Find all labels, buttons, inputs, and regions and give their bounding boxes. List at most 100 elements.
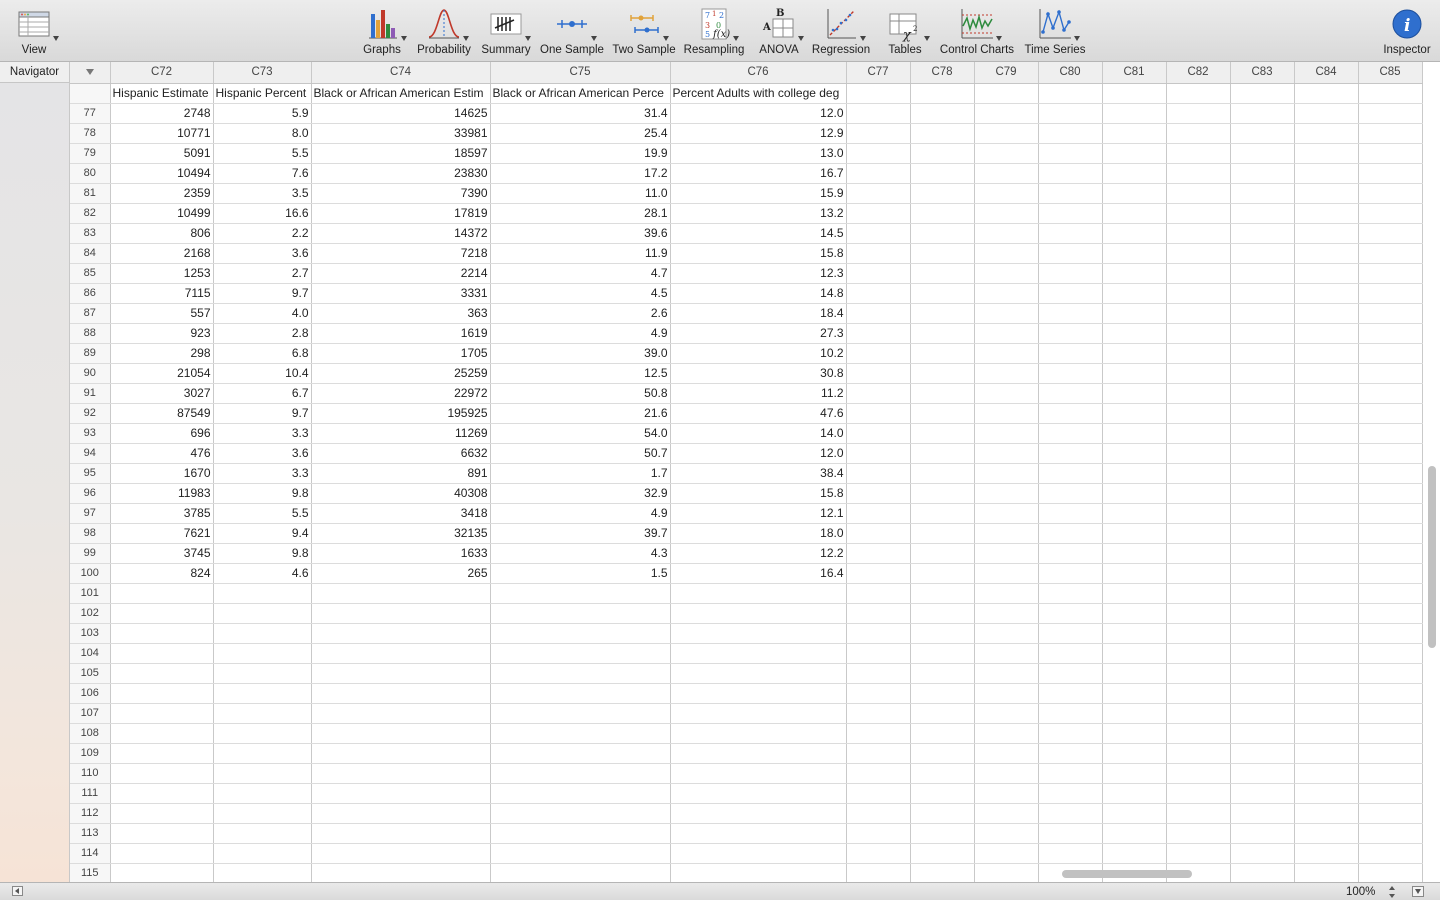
data-cell[interactable] xyxy=(974,343,1039,364)
data-cell[interactable] xyxy=(1358,663,1423,684)
data-cell[interactable] xyxy=(1294,803,1359,824)
data-cell[interactable]: 27.3 xyxy=(670,323,847,344)
data-cell[interactable] xyxy=(1294,403,1359,424)
data-cell[interactable] xyxy=(846,123,911,144)
data-cell[interactable] xyxy=(846,463,911,484)
data-cell[interactable]: 363 xyxy=(311,303,491,324)
data-cell[interactable] xyxy=(1294,423,1359,444)
data-cell[interactable] xyxy=(1102,223,1167,244)
data-cell[interactable] xyxy=(490,603,671,624)
data-cell[interactable] xyxy=(110,863,214,882)
data-cell[interactable] xyxy=(1038,123,1103,144)
data-cell[interactable] xyxy=(974,683,1039,704)
data-cell[interactable] xyxy=(213,623,312,644)
data-cell[interactable] xyxy=(846,103,911,124)
data-cell[interactable] xyxy=(1358,123,1423,144)
data-cell[interactable] xyxy=(1294,363,1359,384)
data-cell[interactable] xyxy=(1294,843,1359,864)
data-cell[interactable] xyxy=(1038,383,1103,404)
variable-name-cell[interactable] xyxy=(1230,83,1295,104)
data-cell[interactable]: 9.8 xyxy=(213,483,312,504)
data-cell[interactable] xyxy=(1358,323,1423,344)
data-cell[interactable]: 21054 xyxy=(110,363,214,384)
data-cell[interactable] xyxy=(974,663,1039,684)
data-cell[interactable] xyxy=(974,743,1039,764)
data-cell[interactable] xyxy=(1166,223,1231,244)
data-cell[interactable] xyxy=(1166,583,1231,604)
data-cell[interactable] xyxy=(1230,383,1295,404)
data-cell[interactable]: 9.8 xyxy=(213,543,312,564)
data-cell[interactable] xyxy=(974,143,1039,164)
data-cell[interactable] xyxy=(1102,843,1167,864)
data-cell[interactable] xyxy=(311,783,491,804)
data-cell[interactable] xyxy=(1358,503,1423,524)
data-cell[interactable] xyxy=(1102,703,1167,724)
row-number[interactable]: 100 xyxy=(70,563,111,584)
data-cell[interactable] xyxy=(974,503,1039,524)
data-cell[interactable] xyxy=(670,583,847,604)
row-number[interactable]: 111 xyxy=(70,783,111,804)
data-cell[interactable] xyxy=(1038,803,1103,824)
data-cell[interactable] xyxy=(1102,283,1167,304)
data-cell[interactable]: 40308 xyxy=(311,483,491,504)
data-cell[interactable] xyxy=(1038,783,1103,804)
data-cell[interactable] xyxy=(213,603,312,624)
data-cell[interactable] xyxy=(1038,843,1103,864)
variable-name-cell[interactable] xyxy=(846,83,911,104)
data-cell[interactable]: 2.2 xyxy=(213,223,312,244)
data-cell[interactable] xyxy=(846,863,911,882)
data-cell[interactable]: 1.7 xyxy=(490,463,671,484)
data-cell[interactable]: 2.6 xyxy=(490,303,671,324)
data-cell[interactable] xyxy=(670,803,847,824)
data-cell[interactable] xyxy=(311,863,491,882)
data-cell[interactable] xyxy=(846,483,911,504)
data-cell[interactable] xyxy=(1102,723,1167,744)
data-cell[interactable] xyxy=(490,823,671,844)
data-cell[interactable] xyxy=(490,723,671,744)
data-cell[interactable]: 39.7 xyxy=(490,523,671,544)
data-cell[interactable]: 87549 xyxy=(110,403,214,424)
data-cell[interactable] xyxy=(974,163,1039,184)
data-cell[interactable] xyxy=(213,803,312,824)
data-cell[interactable] xyxy=(311,683,491,704)
data-cell[interactable] xyxy=(670,683,847,704)
data-cell[interactable] xyxy=(1294,603,1359,624)
data-cell[interactable] xyxy=(670,603,847,624)
data-cell[interactable] xyxy=(1294,543,1359,564)
data-cell[interactable] xyxy=(1294,503,1359,524)
data-cell[interactable] xyxy=(1102,103,1167,124)
data-cell[interactable] xyxy=(910,843,975,864)
variable-name-cell[interactable]: Black or African American Estim xyxy=(311,83,491,104)
column-header[interactable]: C74 xyxy=(311,62,491,84)
data-cell[interactable] xyxy=(1038,343,1103,364)
data-cell[interactable]: 7621 xyxy=(110,523,214,544)
data-cell[interactable] xyxy=(1102,343,1167,364)
data-cell[interactable] xyxy=(910,103,975,124)
data-cell[interactable] xyxy=(974,523,1039,544)
data-cell[interactable] xyxy=(1230,423,1295,444)
data-cell[interactable] xyxy=(1358,103,1423,124)
data-cell[interactable] xyxy=(910,403,975,424)
row-number[interactable]: 106 xyxy=(70,683,111,704)
data-cell[interactable] xyxy=(846,163,911,184)
data-cell[interactable] xyxy=(1358,163,1423,184)
view-button[interactable]: View xyxy=(14,6,59,60)
data-cell[interactable]: 10499 xyxy=(110,203,214,224)
data-cell[interactable] xyxy=(910,343,975,364)
data-cell[interactable] xyxy=(1358,243,1423,264)
data-cell[interactable] xyxy=(1294,223,1359,244)
data-cell[interactable] xyxy=(910,743,975,764)
tables-button[interactable]: χ 2 Tables xyxy=(884,6,930,60)
data-cell[interactable] xyxy=(1166,723,1231,744)
variable-name-cell[interactable] xyxy=(1358,83,1423,104)
data-cell[interactable] xyxy=(1166,503,1231,524)
row-number[interactable]: 92 xyxy=(70,403,111,424)
variable-name-cell[interactable] xyxy=(974,83,1039,104)
data-cell[interactable] xyxy=(1166,623,1231,644)
regression-button[interactable]: Regression xyxy=(812,6,870,60)
data-cell[interactable]: 696 xyxy=(110,423,214,444)
data-cell[interactable] xyxy=(1166,763,1231,784)
data-cell[interactable] xyxy=(1038,243,1103,264)
data-cell[interactable] xyxy=(1358,783,1423,804)
data-cell[interactable]: 3745 xyxy=(110,543,214,564)
